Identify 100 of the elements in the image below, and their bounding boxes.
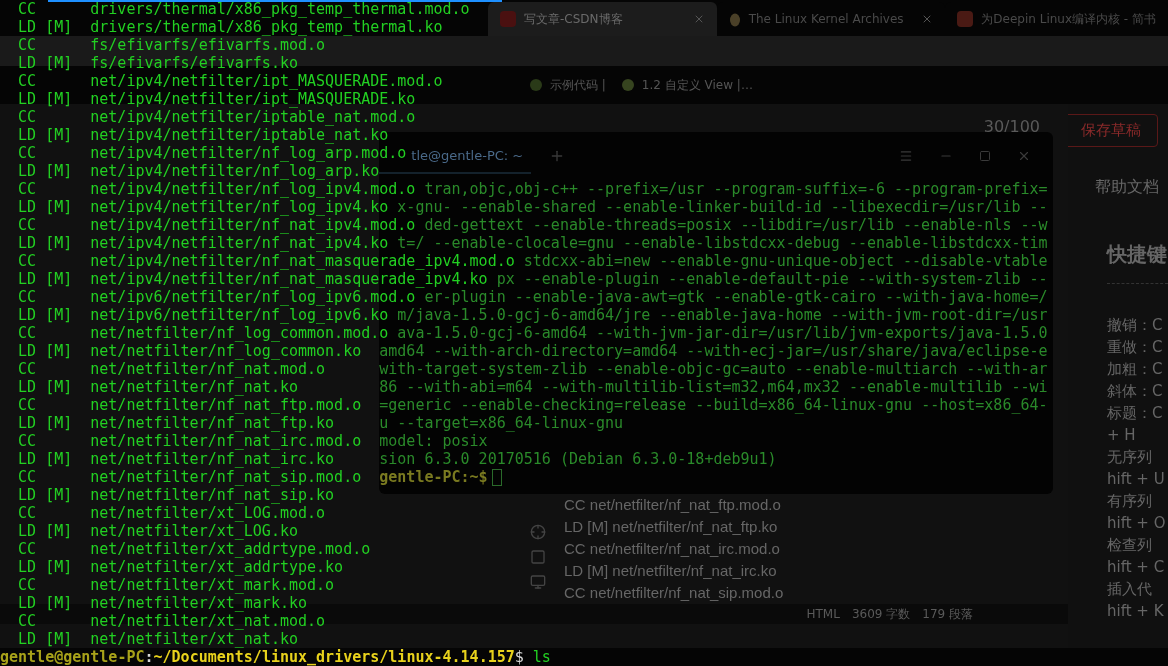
terminal-line: er-plugin --enable-java-awt=gtk --enable-gtk-cairo --with-java-home=/ [424,288,1048,306]
module-path: net/netfilter/xt_nat.ko [90,630,298,648]
terminal-line: u --target=x86_64-linux-gnu [379,414,624,432]
build-step-label: CC [18,324,38,342]
build-step-label: CC [18,252,38,270]
browser-tab[interactable]: 写文章-CSDN博客 [488,2,717,36]
build-step-label: LD [M] [18,594,74,612]
menu-icon[interactable] [898,149,913,163]
editor-line: LD [M] net/netfilter/nf_nat_irc.ko [564,561,778,581]
terminal-tab[interactable]: tle@gentle-PC: ~ [411,146,532,166]
build-step-label: LD [M] [18,378,74,396]
shortcut-text: 重做：C [1107,337,1164,358]
shortcut-text: hift + K [1107,601,1165,622]
build-step-label: LD [M] [18,90,74,108]
module-path: net/ipv4/netfilter/iptable_nat.ko [90,126,389,144]
build-step-label: CC [18,540,38,558]
bookmark-icon [621,79,634,91]
build-step-label: CC [18,108,38,126]
terminal-line: stdcxx-abi=new --enable-gnu-unique-object --disable-vtable [523,252,1048,270]
build-step-label: CC [18,468,38,486]
module-path: net/netfilter/nf_nat_sip.mod.o [90,468,362,486]
build-step-label: CC [18,396,38,414]
bookmark[interactable]: 示例代码 | [530,76,606,94]
bookmark[interactable]: 1.2 自定义 View |… [621,76,753,94]
command-text: ls [532,648,551,666]
module-path: net/netfilter/xt_LOG.ko [90,522,298,540]
build-step-label: CC [18,360,38,378]
module-path: fs/efivarfs/efivarfs.mod.o [90,36,326,54]
build-step-label: CC [18,0,38,18]
terminal-line: tran,objc,obj-c++ --prefix=/usr --program-suffix=-6 --program-prefix= [424,180,1048,198]
build-step-label: LD [M] [18,342,74,360]
monitor-icon[interactable] [530,574,546,590]
prompt-symbol: $ [514,648,524,666]
module-path: net/netfilter/nf_nat_sip.ko [90,486,335,504]
build-step-label: CC [18,576,38,594]
terminal-line: sion 6.3.0 20170516 (Debian 6.3.0-18+deb9u1) [379,450,777,468]
module-path: net/netfilter/nf_nat_ftp.mod.o [90,396,362,414]
expand-icon[interactable] [530,549,546,565]
module-path: net/netfilter/nf_nat.ko [90,378,298,396]
module-path: net/ipv4/netfilter/iptable_nat.mod.o [90,108,416,126]
module-path: net/ipv4/netfilter/nf_log_arp.ko [90,162,380,180]
bookmark-icon [530,79,542,91]
shortcut-text: 插入代 [1107,579,1153,600]
shortcut-text: 标题：C [1107,403,1164,424]
shortcut-text: hift + U [1107,469,1166,490]
shortcut-text: 检查列 [1107,535,1153,556]
shortcut-text: hift + C [1107,557,1166,578]
shortcut-text: 加粗：C [1107,359,1164,380]
module-path: net/netfilter/nf_nat.mod.o [90,360,326,378]
build-step-label: CC [18,72,38,90]
status-text: HTML [806,606,840,623]
title-counter: 30/100 [983,116,1040,138]
terminal-line: =generic --enable-checking=release --build=x86_64-linux-gnu --host=x86_64- [379,396,1048,414]
module-path: drivers/thermal/x86_pkg_temp_thermal.ko [90,18,443,36]
build-step-label: LD [M] [18,162,74,180]
module-path: net/netfilter/xt_mark.ko [90,594,308,612]
module-path: net/netfilter/nf_nat_irc.mod.o [90,432,362,450]
module-path: net/ipv6/netfilter/nf_log_ipv6.mod.o [90,288,416,306]
module-path: net/ipv4/netfilter/ipt_MASQUERADE.mod.o [90,72,443,90]
module-path: net/netfilter/nf_nat_ftp.ko [90,414,335,432]
terminal-line: 86 --with-abi=m64 --with-multilib-list=m32,m64,mx32 --enable-multilib --wi [379,378,1048,396]
module-path: net/ipv6/netfilter/nf_log_ipv6.ko [90,306,389,324]
terminal-line: ded-gettext --enable-threads=posix --libdir=/usr/lib --enable-nls --w [424,216,1048,234]
build-step-label: CC [18,288,38,306]
save-draft-button[interactable]: 保存草稿 [1068,114,1158,147]
shortcut-text: 无序列 [1107,447,1153,468]
terminal-line: m/java-1.5.0-gcj-6-amd64/jre --enable-java-home --with-jvm-root-dir=/usr [397,306,1048,324]
editor-line: LD [M] net/netfilter/nf_nat_ftp.ko [564,517,779,537]
module-path: net/netfilter/xt_addrtype.mod.o [90,540,371,558]
build-step-label: LD [M] [18,558,74,576]
cursor-icon [491,468,502,486]
build-step-label: LD [M] [18,450,74,468]
build-step-label: LD [M] [18,18,74,36]
editor-line: CC net/netfilter/nf_nat_ftp.mod.o [564,495,782,515]
module-path: net/ipv4/netfilter/nf_nat_ipv4.ko [90,234,389,252]
help-tab[interactable]: 帮助文档 [1095,175,1168,199]
module-path: net/netfilter/xt_nat.mod.o [90,612,326,630]
prompt-user: gentle@gentle-PC [0,648,145,666]
crosshair-icon[interactable] [530,524,546,540]
shortcut-text: hift + O [1107,513,1167,534]
build-step-label: CC [18,180,38,198]
help-heading: 快捷键 [1107,241,1168,268]
build-step-label: LD [M] [18,630,74,648]
module-path: net/ipv4/netfilter/nf_log_ipv4.ko [90,198,389,216]
terminal-line: with-target-system-zlib --enable-objc-gc=auto --enable-multiarch --with-ar [379,360,1048,378]
status-text: 179 段落 [922,606,973,623]
module-path: net/ipv4/netfilter/nf_nat_masquerade_ipv4.ko [90,270,488,288]
module-path: fs/efivarfs/efivarfs.ko [90,54,298,72]
module-path: net/ipv4/netfilter/nf_nat_ipv4.mod.o [90,216,416,234]
module-path: net/netfilter/xt_addrtype.ko [90,558,344,576]
shortcut-text: 有序列 [1107,491,1153,512]
maximize-icon[interactable] [978,150,991,162]
build-step-label: LD [M] [18,414,74,432]
module-path: net/ipv4/netfilter/nf_nat_masquerade_ipv4.mod.o [90,252,515,270]
module-path: net/netfilter/xt_LOG.mod.o [90,504,326,522]
shortcut-text: + H [1107,425,1137,446]
build-step-label: CC [18,144,38,162]
terminal-line: x-gnu- --enable-shared --enable-linker-build-id --libexecdir=/usr/lib -- [397,198,1048,216]
terminal-line: t=/ --enable-clocale=gnu --enable-libstdcxx-debug --enable-libstdcxx-tim [397,234,1048,252]
prompt-separator: : [144,648,154,666]
